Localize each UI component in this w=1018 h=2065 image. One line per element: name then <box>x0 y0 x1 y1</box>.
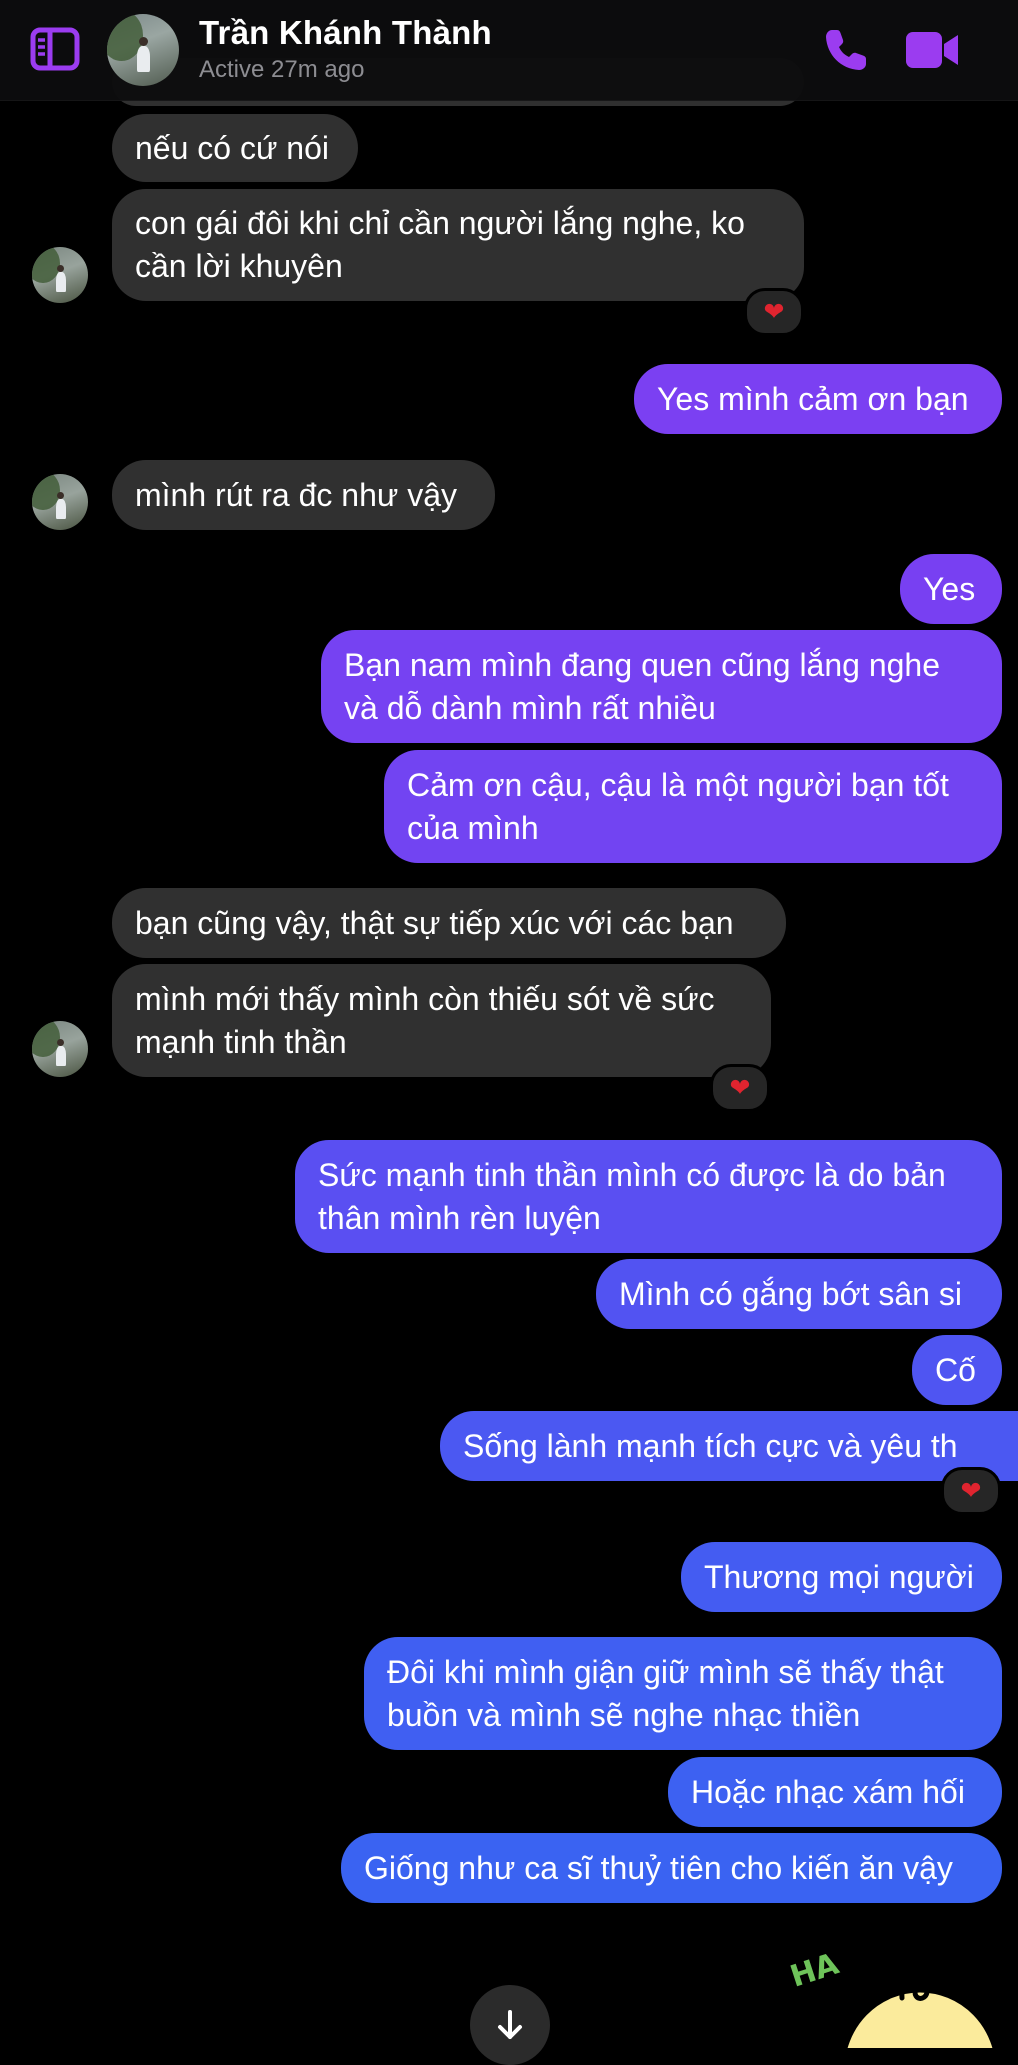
message-text: Cảm ơn cậu, cậu là một người bạn tốt <box>407 766 949 803</box>
message-text: con gái đôi khi chỉ cần người lắng nghe,… <box>135 205 745 241</box>
sender-avatar[interactable] <box>32 247 88 303</box>
message-bubble-outgoing[interactable]: Sống lành mạnh tích cực và yêu th <box>440 1411 1018 1481</box>
chat-header: Trần Khánh Thành Active 27m ago <box>0 0 1018 101</box>
message-text: thân mình rèn luyện <box>318 1199 601 1236</box>
message-bubble-outgoing[interactable]: Thương mọi người <box>681 1542 1002 1612</box>
message-text: Sức mạnh tinh thần mình có được là do bả… <box>318 1156 946 1193</box>
sticker[interactable]: HA <box>770 1940 1018 2048</box>
sticker-text: HA <box>786 1946 844 1994</box>
sidebar-icon[interactable] <box>30 26 80 72</box>
message-bubble-incoming[interactable]: nếu có cứ nói <box>112 114 358 182</box>
message-text: Giống như ca sĩ thuỷ tiên cho kiến ăn vậ… <box>364 1849 953 1886</box>
message-text: mạnh tinh thần <box>135 1023 347 1060</box>
sender-avatar[interactable] <box>32 474 88 530</box>
message-bubble-outgoing[interactable]: Cảm ơn cậu, cậu là một người bạn tốt của… <box>384 750 1002 863</box>
contact-status: Active 27m ago <box>199 56 365 83</box>
message-bubble-incoming[interactable]: con gái đôi khi chỉ cần người lắng nghe,… <box>112 189 804 301</box>
message-bubble-incoming[interactable]: mình mới thấy mình còn thiếu sót về sức … <box>112 964 771 1077</box>
message-bubble-outgoing[interactable]: Sức mạnh tinh thần mình có được là do bả… <box>295 1140 1002 1253</box>
message-text: Thương mọi người <box>704 1558 974 1595</box>
message-bubble-incoming[interactable]: bạn cũng vậy, thật sự tiếp xúc với các b… <box>112 888 786 958</box>
message-text: mình rút ra đc như vậy <box>135 476 457 513</box>
message-text: Sống lành mạnh tích cực và yêu th <box>463 1427 958 1464</box>
message-bubble-outgoing[interactable]: Hoặc nhạc xám hối <box>668 1757 1002 1827</box>
heart-reaction-icon[interactable]: ❤ <box>710 1064 770 1112</box>
message-bubble-outgoing[interactable]: Đôi khi mình giận giữ mình sẽ thấy thật … <box>364 1637 1002 1750</box>
message-text: Mình có gắng bớt sân si <box>619 1275 962 1312</box>
message-text: Bạn nam mình đang quen cũng lắng nghe <box>344 646 941 683</box>
message-bubble-outgoing[interactable]: Cố <box>912 1335 1002 1405</box>
message-text: và dỗ dành mình rất nhiều <box>344 689 716 726</box>
message-bubble-outgoing[interactable]: Giống như ca sĩ thuỷ tiên cho kiến ăn vậ… <box>341 1833 1002 1903</box>
message-bubble-outgoing[interactable]: Mình có gắng bớt sân si <box>596 1259 1002 1329</box>
message-text: Hoặc nhạc xám hối <box>691 1773 965 1810</box>
heart-reaction-icon[interactable]: ❤ <box>941 1467 1001 1515</box>
message-text: Yes <box>923 570 976 607</box>
message-bubble-incoming[interactable]: mình rút ra đc như vậy <box>112 460 495 530</box>
heart-reaction-icon[interactable]: ❤ <box>744 288 804 336</box>
message-text: của mình <box>407 809 539 846</box>
contact-avatar[interactable] <box>107 14 179 86</box>
contact-name[interactable]: Trần Khánh Thành <box>199 14 492 52</box>
message-text: nếu có cứ nói <box>135 129 329 166</box>
sender-avatar[interactable] <box>32 1021 88 1077</box>
message-bubble-outgoing[interactable]: Yes mình cảm ơn bạn <box>634 364 1002 434</box>
arrow-down-icon <box>498 2010 522 2039</box>
message-text: cần lời khuyên <box>135 248 343 284</box>
message-text: Đôi khi mình giận giữ mình sẽ thấy thật <box>387 1653 944 1690</box>
message-text: buồn và mình sẽ nghe nhạc thiền <box>387 1696 861 1733</box>
message-text: Cố <box>935 1351 976 1388</box>
message-bubble-outgoing[interactable]: Bạn nam mình đang quen cũng lắng nghe và… <box>321 630 1002 743</box>
message-text: bạn cũng vậy, thật sự tiếp xúc với các b… <box>135 904 734 941</box>
message-bubble-outgoing[interactable]: Yes <box>900 554 1002 624</box>
message-text: mình mới thấy mình còn thiếu sót về sức <box>135 980 715 1017</box>
scroll-down-button[interactable] <box>470 1985 550 2065</box>
message-text: Yes mình cảm ơn bạn <box>657 380 969 417</box>
video-icon[interactable] <box>904 28 962 72</box>
phone-icon[interactable] <box>822 26 870 74</box>
